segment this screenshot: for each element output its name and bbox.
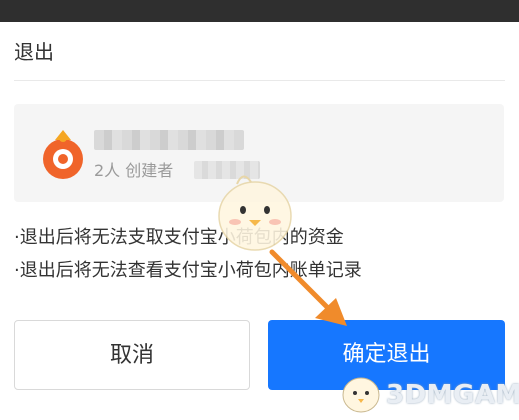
status-bar-strip — [0, 0, 519, 22]
member-count-label: 2人 创建者 — [94, 161, 174, 180]
creator-name-redacted — [194, 161, 260, 179]
notice-withdraw: ·退出后将无法支取支付宝小荷包内的资金 — [14, 227, 344, 248]
confirm-exit-button[interactable]: 确定退出 — [268, 320, 505, 390]
group-card: 2人 创建者 — [14, 104, 504, 202]
title-divider — [14, 80, 505, 81]
piggy-pouch-logo-icon — [43, 130, 83, 179]
cancel-button[interactable]: 取消 — [14, 320, 250, 390]
group-name-redacted — [94, 130, 244, 150]
notice-bill-records: ·退出后将无法查看支付宝小荷包内账单记录 — [14, 260, 362, 281]
dialog-title: 退出 — [14, 40, 54, 64]
